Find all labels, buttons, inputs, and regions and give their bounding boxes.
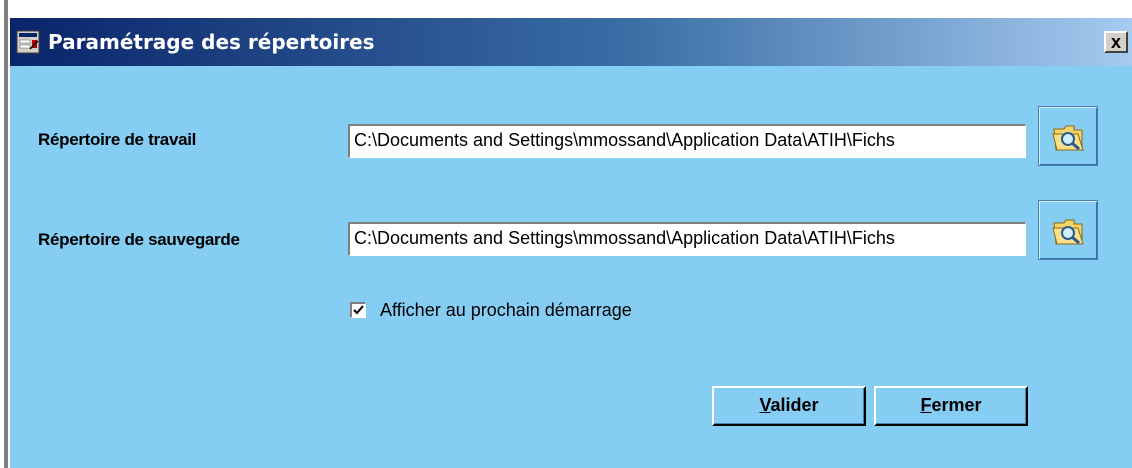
- close-icon: x: [1110, 32, 1121, 52]
- window-title: Paramétrage des répertoires: [48, 30, 375, 54]
- validate-mnemonic: V: [759, 395, 771, 415]
- startup-checkbox[interactable]: [350, 302, 366, 318]
- work-dir-label: Répertoire de travail: [38, 130, 197, 149]
- checkmark-icon: [353, 305, 364, 315]
- backup-dir-input[interactable]: C:\Documents and Settings\mmossand\Appli…: [348, 222, 1026, 256]
- backup-dir-label: Répertoire de sauvegarde: [38, 230, 240, 249]
- close-window-button[interactable]: x: [1104, 31, 1128, 53]
- validate-label: alider: [770, 395, 819, 415]
- dialog-window: Paramétrage des répertoires x Répertoire…: [10, 18, 1132, 468]
- folder-search-icon: [1052, 125, 1084, 151]
- close-button[interactable]: Fermer: [874, 386, 1028, 426]
- backup-dir-browse-button[interactable]: [1038, 200, 1098, 260]
- validate-button[interactable]: Valider: [712, 386, 866, 426]
- title-bar[interactable]: Paramétrage des répertoires x: [10, 18, 1132, 66]
- work-dir-input[interactable]: C:\Documents and Settings\mmossand\Appli…: [348, 124, 1026, 158]
- settings-window-icon: [16, 29, 42, 55]
- outer-frame: [0, 0, 10, 468]
- work-dir-browse-button[interactable]: [1038, 106, 1098, 166]
- close-mnemonic: F: [920, 395, 932, 415]
- folder-search-icon: [1052, 219, 1084, 245]
- close-label: ermer: [931, 395, 982, 415]
- frame-border: [4, 0, 8, 468]
- startup-checkbox-label[interactable]: Afficher au prochain démarrage: [380, 300, 632, 321]
